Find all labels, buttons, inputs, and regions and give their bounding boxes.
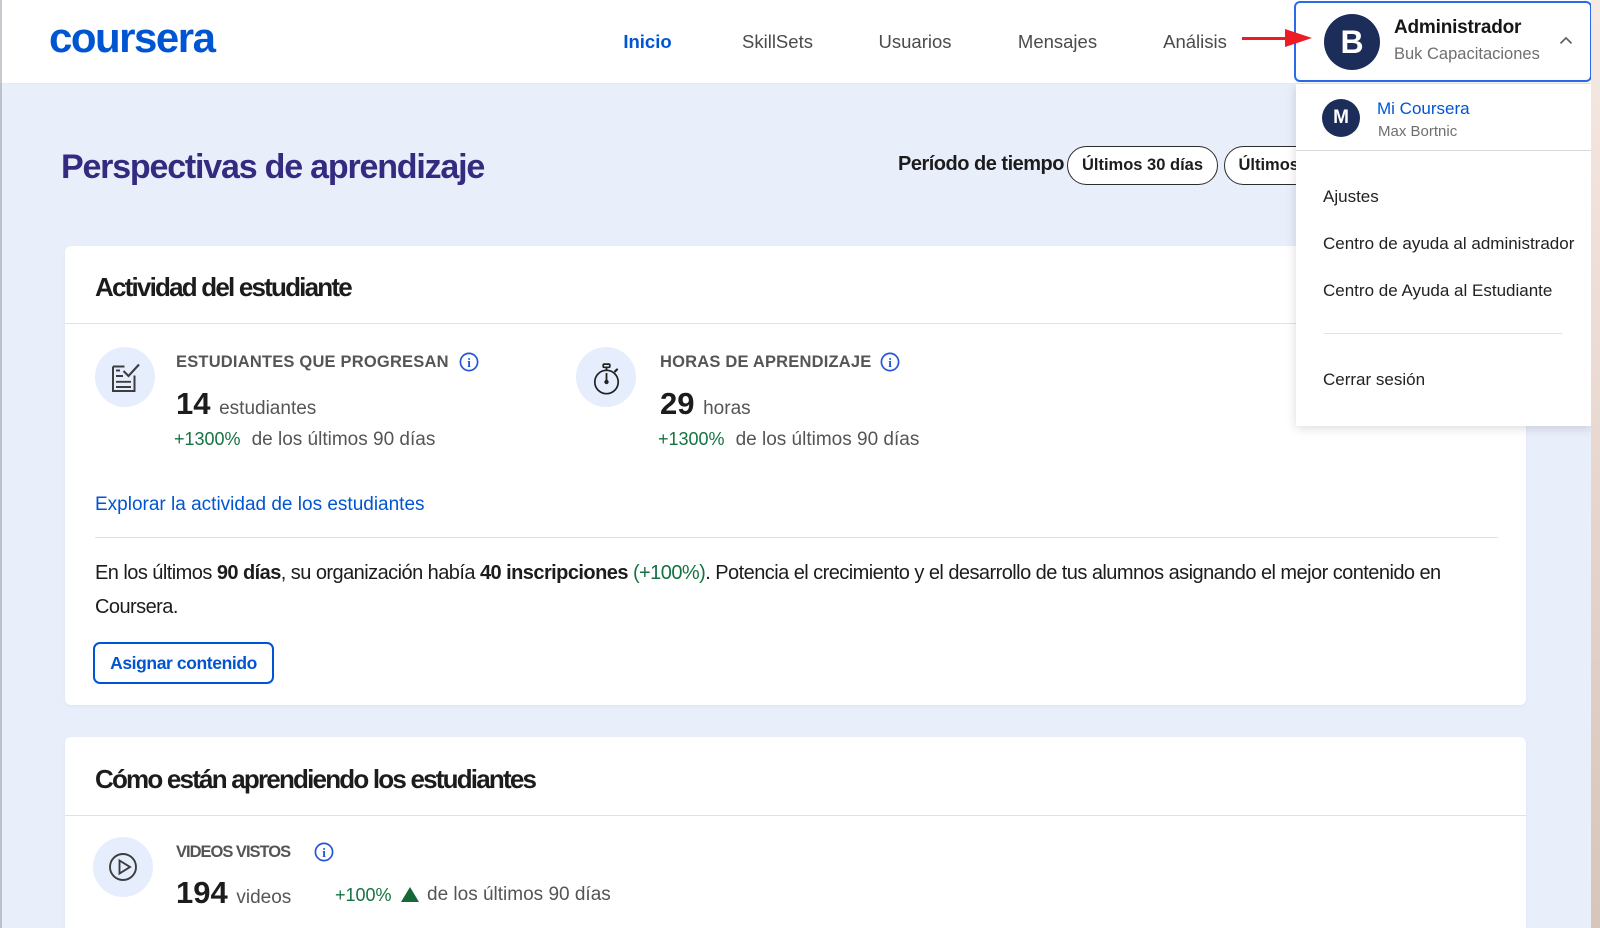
svg-text:i: i bbox=[467, 355, 471, 370]
svg-text:i: i bbox=[322, 845, 326, 860]
svg-text:i: i bbox=[888, 355, 892, 370]
